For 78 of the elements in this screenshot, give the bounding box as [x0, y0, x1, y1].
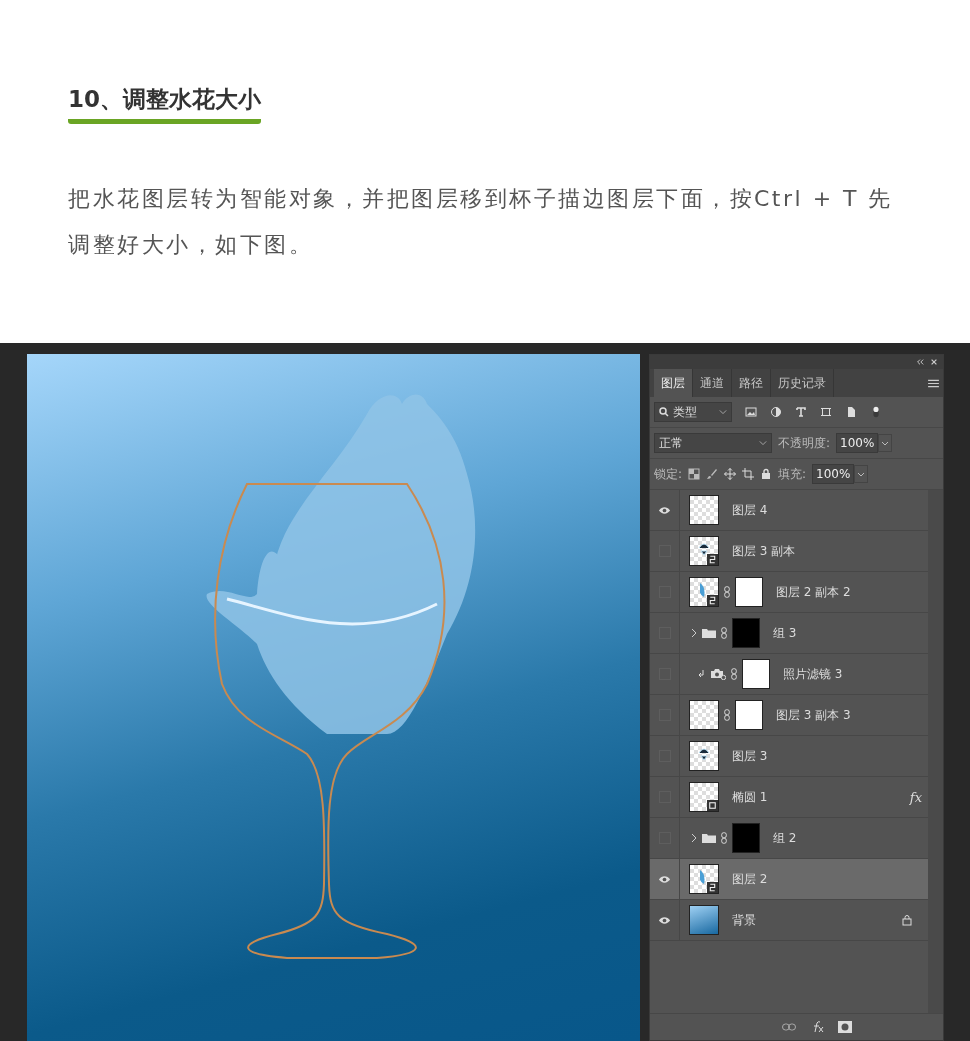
- chevron-icon[interactable]: [691, 628, 697, 638]
- fill-field[interactable]: 100%: [812, 464, 855, 484]
- splash-icon: [700, 583, 706, 597]
- instruction-paragraph: 把水花图层转为智能对象，并把图层移到杯子描边图层下面，按Ctrl + T 先调整好大小，如下图。: [68, 185, 894, 259]
- scrollbar[interactable]: [928, 490, 943, 1013]
- caret-icon[interactable]: [854, 465, 869, 483]
- type-icon[interactable]: [795, 406, 807, 418]
- folder-icon: [702, 628, 716, 638]
- layer-name: 图层 4: [732, 501, 768, 519]
- blend-mode-dropdown[interactable]: 正常: [654, 433, 772, 453]
- shape-icon: [707, 800, 718, 811]
- effects-label: fx: [909, 789, 922, 805]
- caret-icon: [759, 440, 767, 446]
- caret-icon[interactable]: [878, 434, 893, 452]
- fill-label: 填充:: [778, 465, 807, 483]
- link-icon: [724, 709, 730, 721]
- panel-tab[interactable]: 历史记录: [771, 369, 834, 397]
- layer-name: 背景: [732, 911, 756, 929]
- layer-name: 图层 3: [732, 747, 768, 765]
- layer-name: 图层 2: [732, 870, 768, 888]
- opacity-field[interactable]: 100%: [836, 433, 879, 453]
- panel-tab[interactable]: 通道: [693, 369, 732, 397]
- checker-icon[interactable]: [688, 468, 701, 480]
- brush-icon[interactable]: [706, 468, 719, 480]
- layer-row[interactable]: 图层 3 副本 3: [650, 695, 928, 736]
- link-icon: [724, 586, 730, 598]
- layer-row[interactable]: 图层 4: [650, 490, 928, 531]
- layer-name: 椭圆 1: [732, 788, 768, 806]
- collapse-icon[interactable]: [916, 358, 924, 366]
- caret-icon: [719, 409, 727, 415]
- panel-tab[interactable]: 图层: [654, 369, 693, 397]
- layer-row[interactable]: 图层 3 副本: [650, 531, 928, 572]
- menu-icon[interactable]: [928, 378, 939, 388]
- goblet-icon: [698, 746, 710, 761]
- filter-value: 类型: [673, 403, 697, 421]
- layer-row[interactable]: 图层 3: [650, 736, 928, 777]
- camera-icon: [710, 668, 726, 680]
- panel-tab[interactable]: 路径: [732, 369, 771, 397]
- layer-name: 图层 2 副本 2: [776, 583, 851, 601]
- layer-name: 组 3: [773, 624, 797, 642]
- layer-name: 图层 3 副本: [732, 542, 796, 560]
- search-icon: [659, 407, 669, 417]
- eye-icon[interactable]: [658, 874, 671, 884]
- move-icon[interactable]: [724, 468, 737, 480]
- section-heading: 10、调整水花大小: [68, 84, 261, 124]
- toggle-icon[interactable]: [870, 406, 882, 418]
- layer-name: 组 2: [773, 829, 797, 847]
- link-icon: [721, 832, 727, 844]
- layer-row[interactable]: 图层 2: [650, 859, 928, 900]
- lock-icon[interactable]: [760, 468, 773, 480]
- layer-row[interactable]: 照片滤镜 3: [650, 654, 928, 695]
- eye-icon[interactable]: [658, 915, 671, 925]
- image-icon[interactable]: [745, 406, 757, 418]
- crop-icon[interactable]: [742, 468, 755, 480]
- splash-icon: [700, 870, 706, 884]
- close-icon[interactable]: [930, 358, 938, 366]
- mask-icon[interactable]: [837, 1021, 852, 1033]
- layer-row[interactable]: 椭圆 1 fx: [650, 777, 928, 818]
- link-icon[interactable]: [781, 1021, 796, 1033]
- opacity-label: 不透明度:: [778, 434, 831, 452]
- filter-dropdown[interactable]: 类型: [654, 402, 732, 422]
- lock-label: 锁定:: [654, 465, 683, 483]
- layer-row[interactable]: 组 3: [650, 613, 928, 654]
- clip-arrow-icon: [697, 669, 705, 679]
- chevron-icon[interactable]: [691, 833, 697, 843]
- blend-mode-value: 正常: [659, 434, 683, 452]
- half-circle-icon[interactable]: [770, 406, 782, 418]
- layer-row[interactable]: 背景: [650, 900, 928, 941]
- layer-row[interactable]: 图层 2 副本 2: [650, 572, 928, 613]
- transform-icon[interactable]: [820, 406, 832, 418]
- folder-icon: [702, 833, 716, 843]
- goblet-icon: [698, 541, 710, 556]
- document-icon[interactable]: [845, 406, 857, 418]
- link-icon: [721, 627, 727, 639]
- layer-name: 照片滤镜 3: [783, 665, 843, 683]
- link-icon: [731, 668, 737, 680]
- eye-icon[interactable]: [658, 505, 671, 515]
- layer-name: 图层 3 副本 3: [776, 706, 851, 724]
